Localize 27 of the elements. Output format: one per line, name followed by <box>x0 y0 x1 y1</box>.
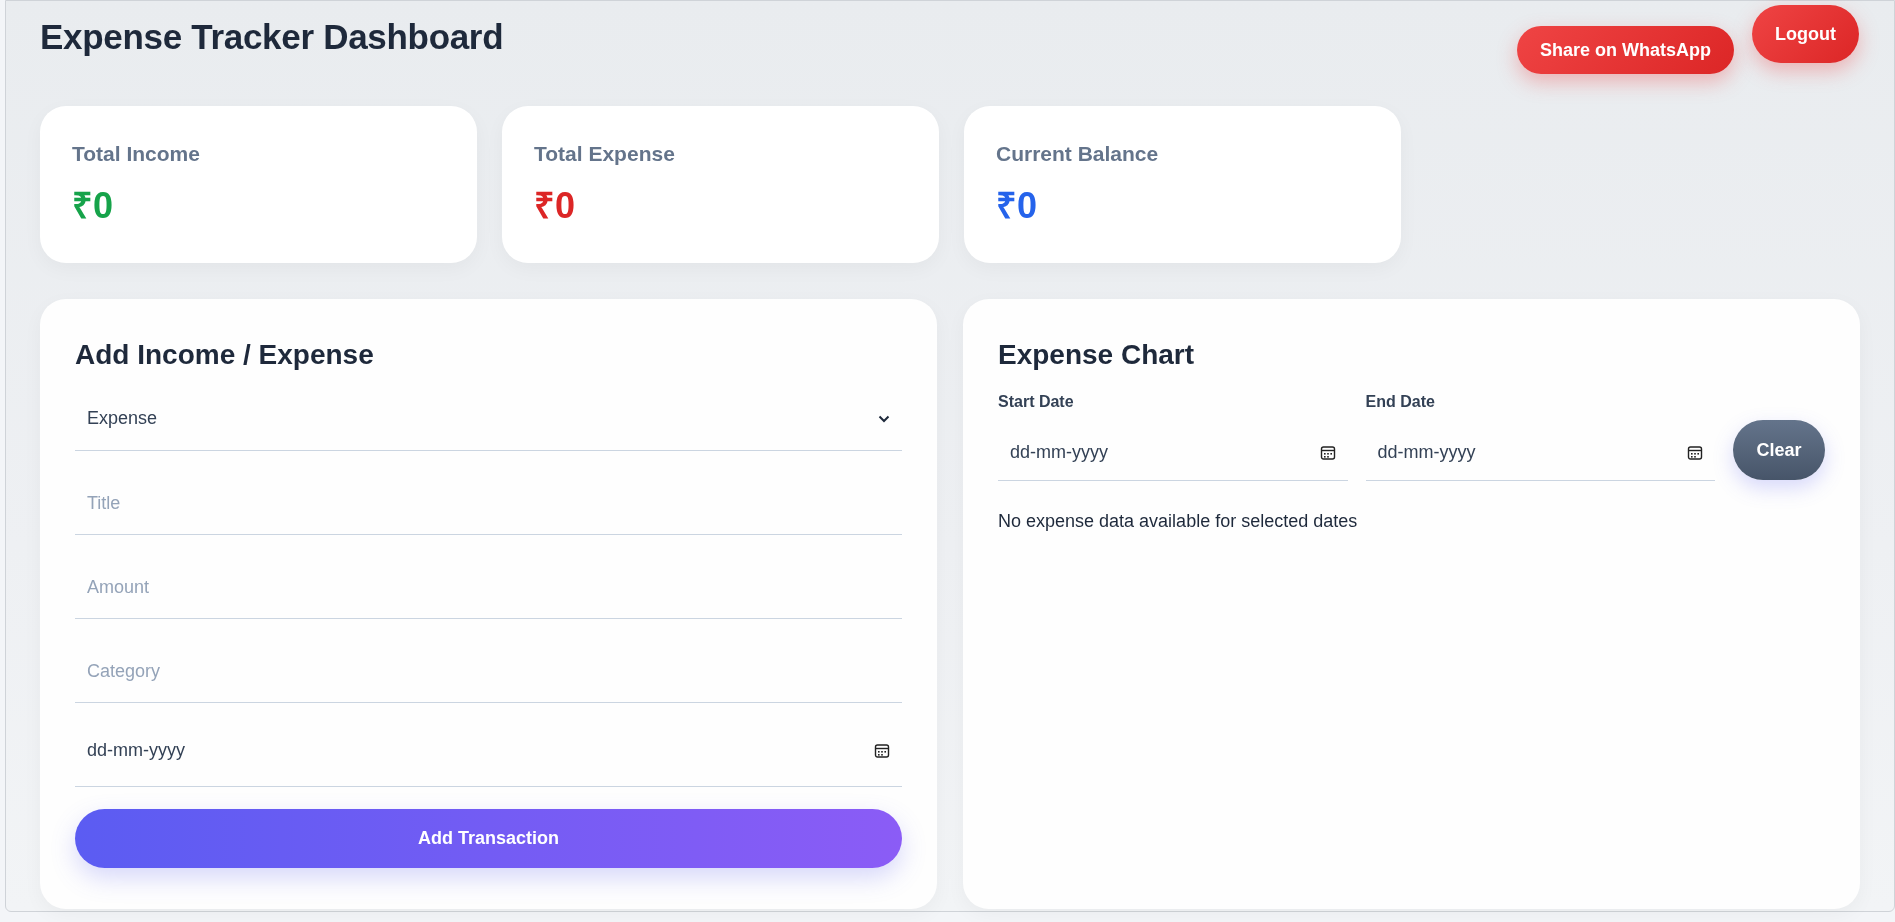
add-transaction-button[interactable]: Add Transaction <box>75 809 902 868</box>
chevron-down-icon <box>878 414 890 423</box>
logout-button[interactable]: Logout <box>1752 5 1859 63</box>
calendar-icon[interactable] <box>1319 444 1336 461</box>
date-field[interactable]: dd-mm-yyyy <box>998 425 1348 481</box>
field-label: End Date <box>1365 393 1436 411</box>
type-select[interactable]: Expense <box>75 387 902 451</box>
share-button[interactable]: Share on WhatsApp <box>1517 26 1734 74</box>
clear-button[interactable]: Clear <box>1733 420 1825 480</box>
page-title: Expense Tracker Dashboard <box>40 17 504 57</box>
card-label: Current Balance <box>996 142 1160 166</box>
calendar-icon[interactable] <box>1687 444 1704 461</box>
empty-message: No expense data available for selected dates <box>998 511 1359 532</box>
input-field[interactable]: Amount <box>75 535 902 619</box>
card-label: Total Income <box>72 142 201 166</box>
calendar-icon[interactable] <box>874 742 890 759</box>
panel-title: Expense Chart <box>998 339 1196 371</box>
panel-title: Add Income / Expense <box>75 339 375 371</box>
card-value: ₹0 <box>72 184 115 228</box>
card-value: ₹0 <box>996 184 1039 228</box>
date-field[interactable]: dd-mm-yyyy <box>1365 425 1716 481</box>
field-label: Start Date <box>998 393 1075 411</box>
card-label: Total Expense <box>534 142 676 166</box>
card-value: ₹0 <box>534 184 577 228</box>
date-field[interactable]: dd-mm-yyyy <box>75 703 902 787</box>
input-field[interactable]: Category <box>75 619 902 703</box>
input-field[interactable]: Title <box>75 451 902 535</box>
